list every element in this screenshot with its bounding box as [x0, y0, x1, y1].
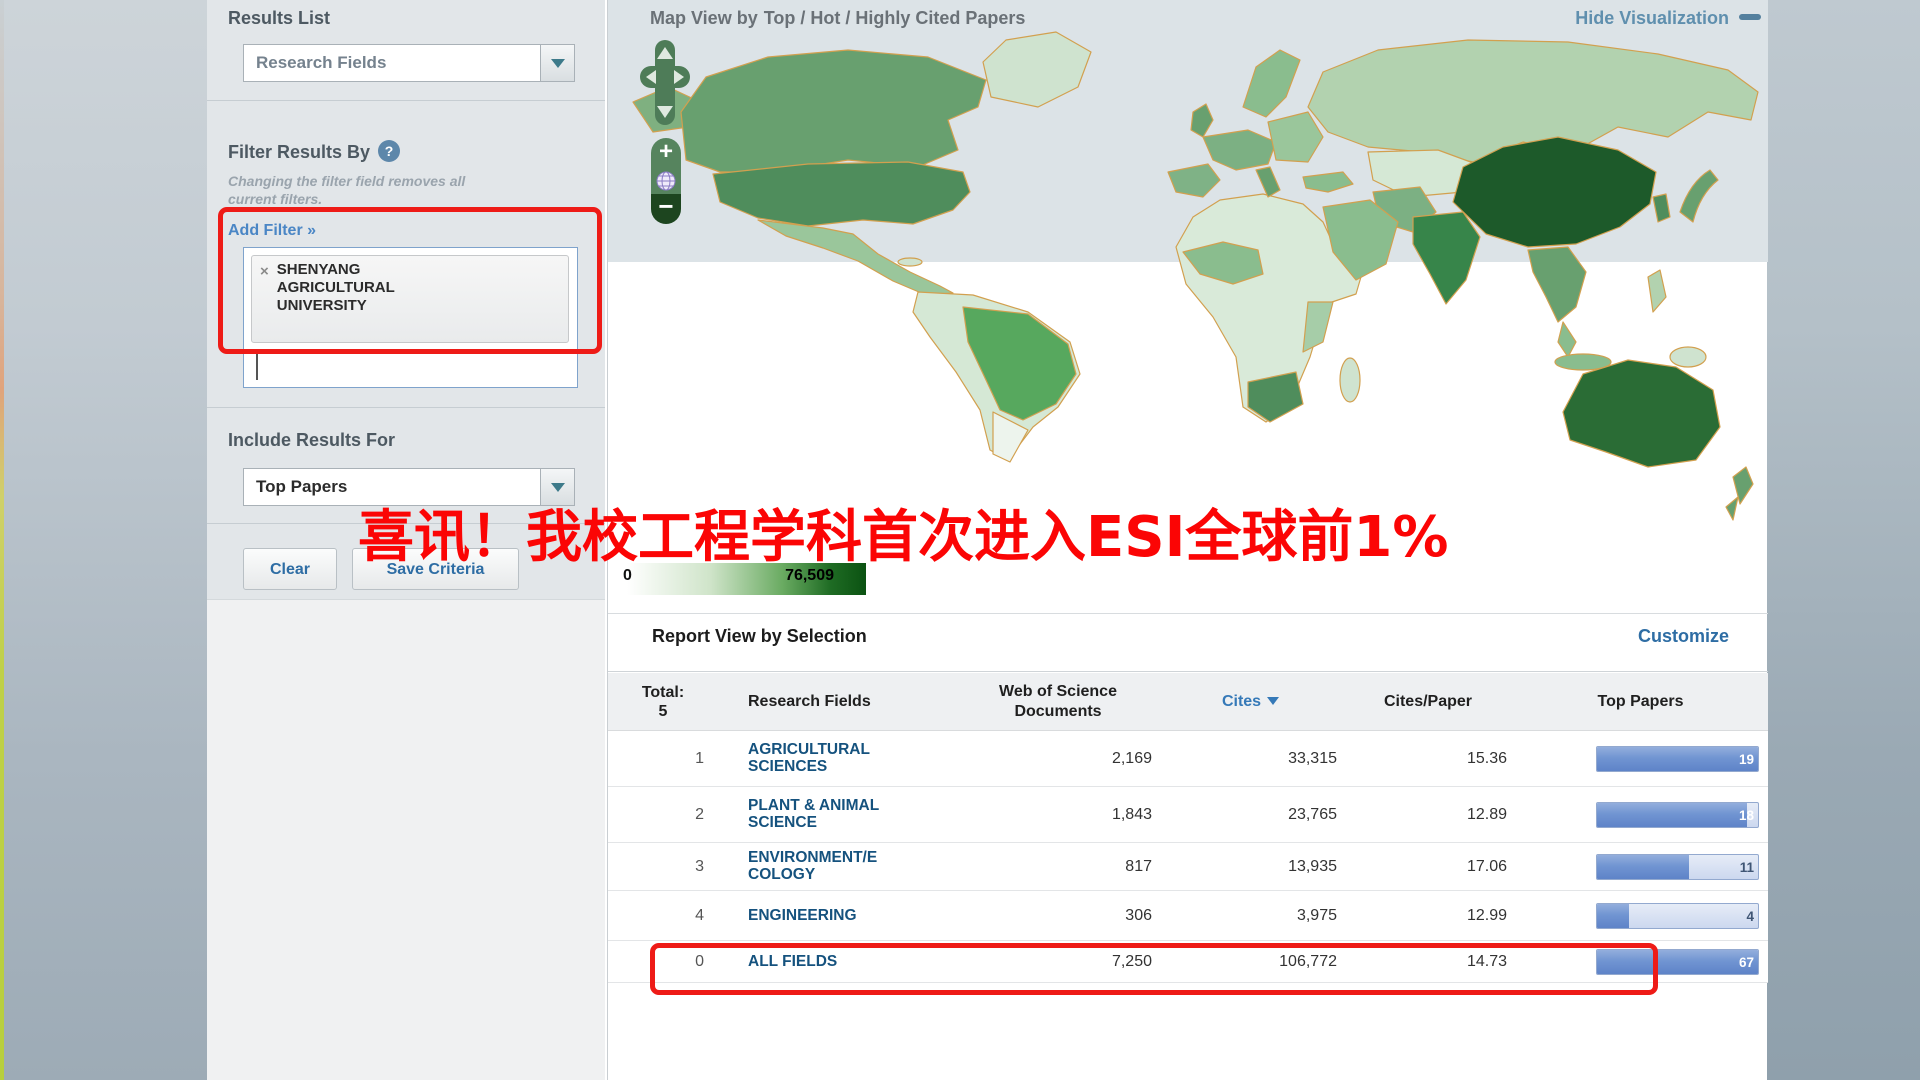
cites-per-paper-value: 17.06 [1343, 858, 1513, 876]
top-papers-value: 19 [1739, 747, 1754, 772]
sort-desc-icon [1267, 697, 1279, 705]
divider [608, 613, 1768, 614]
divider [608, 671, 1768, 672]
cites-per-paper-value: 12.99 [1343, 907, 1513, 925]
top-papers-bar: 18 [1596, 802, 1759, 828]
field-link[interactable]: ENVIRONMENT/E COLOGY [748, 849, 916, 883]
continent-north-america [633, 32, 1091, 295]
annotation-add-filter-highlight [218, 207, 602, 354]
help-icon[interactable]: ? [378, 140, 400, 162]
row-rank: 4 [608, 907, 718, 925]
top-papers-bar: 11 [1596, 854, 1759, 880]
column-header-cites-per-paper[interactable]: Cites/Paper [1343, 692, 1513, 712]
map-zoom-control: + − [651, 138, 681, 224]
clear-button[interactable]: Clear [243, 548, 337, 590]
cites-value: 33,315 [1158, 750, 1343, 768]
continent-europe [1168, 50, 1323, 197]
cites-per-paper-value: 12.89 [1343, 806, 1513, 824]
filter-note: Changing the filter field removes all cu… [228, 172, 498, 208]
report-view-title: Report View by Selection [652, 626, 867, 647]
table-header-row: Total:5 Research Fields Web of Science D… [608, 673, 1768, 731]
report-table: Total:5 Research Fields Web of Science D… [608, 673, 1768, 983]
cites-value: 13,935 [1158, 858, 1343, 876]
annotation-engineering-row-highlight [650, 943, 1658, 995]
table-row: 3 ENVIRONMENT/E COLOGY 817 13,935 17.06 … [608, 843, 1768, 891]
top-papers-value: 4 [1746, 904, 1754, 929]
results-list-heading: Results List [228, 8, 330, 29]
docs-value: 306 [958, 907, 1158, 925]
row-rank: 2 [608, 806, 718, 824]
world-map[interactable] [608, 12, 1768, 557]
top-papers-bar: 4 [1596, 903, 1759, 929]
results-list-select-button[interactable] [540, 45, 574, 81]
results-list-select[interactable]: Research Fields [243, 44, 575, 82]
cites-value: 3,975 [1158, 907, 1343, 925]
slide-background-left [0, 0, 207, 1080]
divider [207, 100, 605, 101]
column-header-top-papers[interactable]: Top Papers [1513, 693, 1768, 711]
slide-edge-sliver [0, 0, 4, 1080]
column-header-research-fields[interactable]: Research Fields [718, 693, 958, 711]
top-papers-bar: 19 [1596, 746, 1759, 772]
top-papers-value: 67 [1739, 950, 1754, 975]
docs-value: 2,169 [958, 750, 1158, 768]
table-row: 1 AGRICULTURAL SCIENCES 2,169 33,315 15.… [608, 731, 1768, 787]
row-rank: 3 [608, 858, 718, 876]
cites-value: 23,765 [1158, 806, 1343, 824]
zoom-out-button[interactable]: − [651, 194, 681, 224]
divider [207, 407, 605, 408]
top-papers-value: 18 [1739, 803, 1754, 828]
continent-south-america [913, 292, 1080, 462]
map-pan-control[interactable] [640, 40, 690, 125]
field-link[interactable]: ENGINEERING [748, 907, 916, 924]
include-results-heading: Include Results For [228, 430, 395, 451]
slide-background-right [1767, 0, 1920, 1080]
docs-value: 1,843 [958, 806, 1158, 824]
cites-per-paper-value: 15.36 [1343, 750, 1513, 768]
text-cursor [256, 350, 258, 380]
zoom-in-button[interactable]: + [651, 138, 681, 168]
column-header-cites-sorted[interactable]: Cites [1158, 693, 1343, 711]
row-rank: 1 [608, 750, 718, 768]
table-row-engineering: 4 ENGINEERING 306 3,975 12.99 4 [608, 891, 1768, 941]
docs-value: 817 [958, 858, 1158, 876]
total-count: Total:5 [608, 683, 718, 721]
table-row: 2 PLANT & ANIMAL SCIENCE 1,843 23,765 12… [608, 787, 1768, 843]
announcement-overlay-text: 喜讯！我校工程学科首次进入ESI全球前1% [358, 492, 1449, 573]
top-papers-value: 11 [1740, 855, 1754, 880]
column-header-wos-documents[interactable]: Web of Science Documents [958, 682, 1158, 722]
esi-screenshot: Results List Research Fields Filter Resu… [0, 0, 1920, 1080]
filter-results-heading: Filter Results By? [228, 140, 400, 163]
field-link[interactable]: AGRICULTURAL SCIENCES [748, 741, 916, 775]
results-list-selected-value: Research Fields [244, 53, 540, 73]
chevron-down-icon [551, 483, 565, 492]
continent-oceania [1563, 360, 1753, 520]
continent-asia [1303, 40, 1758, 377]
customize-link[interactable]: Customize [1638, 626, 1729, 647]
chevron-down-icon [551, 59, 565, 68]
field-link[interactable]: PLANT & ANIMAL SCIENCE [748, 797, 916, 831]
globe-icon [655, 170, 677, 192]
